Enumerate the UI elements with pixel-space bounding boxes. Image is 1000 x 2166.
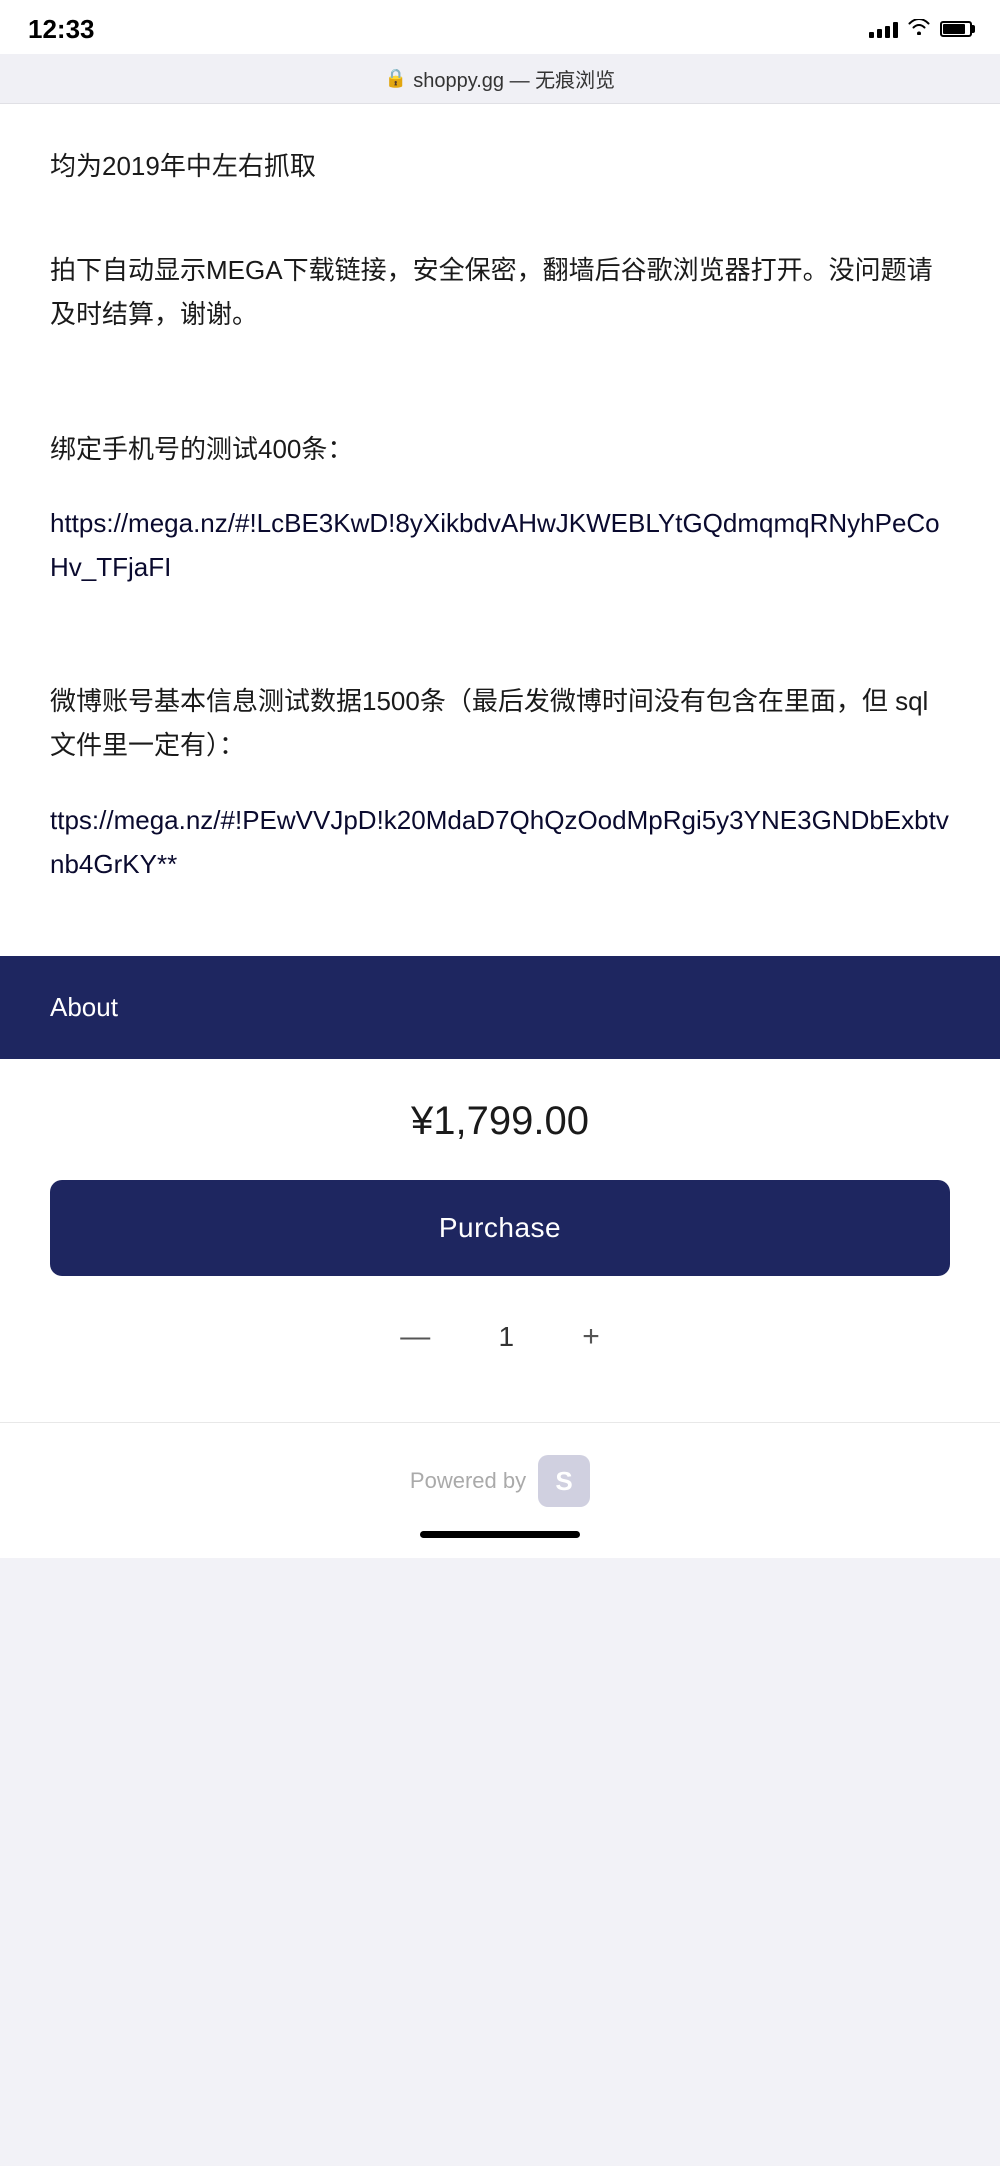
- paragraph-4: 微博账号基本信息测试数据1500条（最后发微博时间没有包含在里面，但 sql 文…: [50, 679, 950, 767]
- powered-by-text: Powered by: [410, 1468, 526, 1494]
- lock-icon: 🔒: [385, 68, 407, 89]
- svg-text:S: S: [555, 1466, 572, 1496]
- about-section: About: [0, 956, 1000, 1059]
- footer: Powered by S: [0, 1422, 1000, 1558]
- status-bar: 12:33: [0, 0, 1000, 54]
- purchase-section: ¥1,799.00 Purchase — 1 +: [0, 1059, 1000, 1422]
- powered-by-row: Powered by S: [20, 1455, 980, 1507]
- browser-bar: 🔒 shoppy.gg — 无痕浏览: [0, 54, 1000, 104]
- quantity-increase-button[interactable]: +: [566, 1312, 616, 1362]
- wifi-icon: [908, 19, 930, 40]
- quantity-value: 1: [486, 1321, 526, 1353]
- quantity-control: — 1 +: [50, 1312, 950, 1382]
- browser-url: 🔒 shoppy.gg — 无痕浏览: [385, 64, 615, 93]
- paragraph-3: 绑定手机号的测试400条：: [50, 427, 950, 471]
- purchase-button[interactable]: Purchase: [50, 1180, 950, 1276]
- status-icons: [869, 19, 972, 40]
- link-2[interactable]: ttps://mega.nz/#!PEwVVJpD!k20MdaD7QhQzOo…: [50, 798, 950, 886]
- home-indicator: [420, 1531, 580, 1538]
- shoppy-logo-icon: S: [538, 1455, 590, 1507]
- content-card: 均为2019年中左右抓取 拍下自动显示MEGA下载链接，安全保密，翻墙后谷歌浏览…: [0, 104, 1000, 956]
- status-time: 12:33: [28, 14, 95, 45]
- url-text: shoppy.gg — 无痕浏览: [413, 64, 615, 93]
- quantity-decrease-button[interactable]: —: [384, 1312, 446, 1362]
- signal-icon: [869, 20, 898, 38]
- about-label: About: [50, 992, 118, 1022]
- link-1[interactable]: https://mega.nz/#!LcBE3KwD!8yXikbdvAHwJK…: [50, 501, 950, 589]
- paragraph-1: 均为2019年中左右抓取: [50, 144, 950, 188]
- paragraph-2: 拍下自动显示MEGA下载链接，安全保密，翻墙后谷歌浏览器打开。没问题请及时结算，…: [50, 248, 950, 336]
- battery-icon: [940, 21, 972, 37]
- price-display: ¥1,799.00: [50, 1099, 950, 1144]
